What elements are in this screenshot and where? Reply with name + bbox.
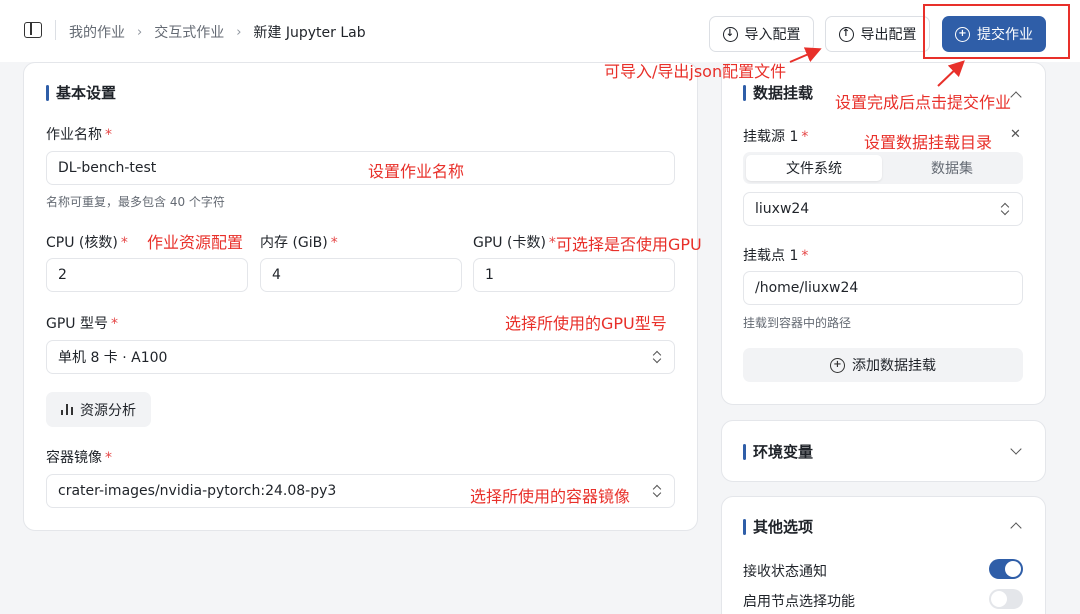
arrow-submit xyxy=(937,60,965,87)
annotation-arrows xyxy=(789,47,965,87)
arrow-import-export xyxy=(789,47,822,63)
